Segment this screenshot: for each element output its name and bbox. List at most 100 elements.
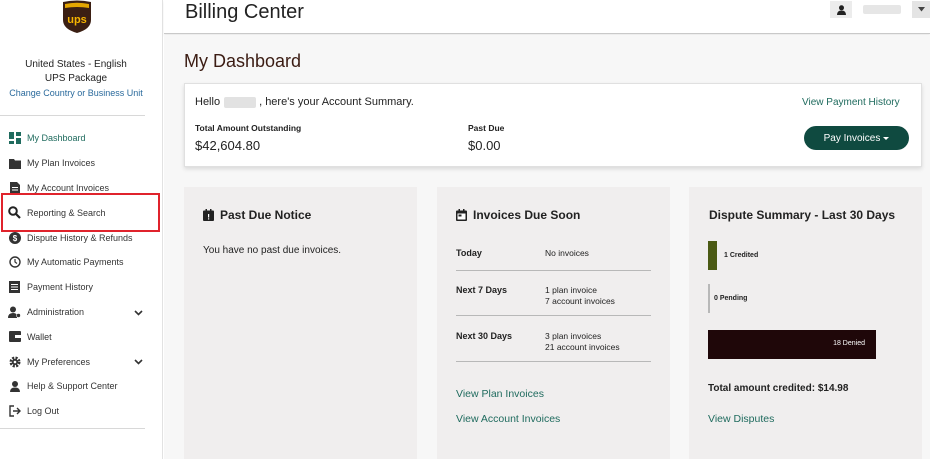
pay-invoices-label: Pay Invoices [823, 132, 881, 144]
dispute-summary-title: Dispute Summary - Last 30 Days [709, 208, 896, 222]
due-period: Today [456, 248, 482, 258]
greeting-prefix: Hello [195, 96, 221, 108]
due-row-next-30-days: Next 30 Days 3 plan invoices 21 account … [456, 331, 651, 362]
sidebar-item-label: Dispute History & Refunds [27, 232, 133, 243]
dollar-circle-icon: $ [8, 231, 21, 244]
sidebar-item-reporting-search[interactable]: Reporting & Search [0, 200, 163, 225]
wallet-icon [8, 330, 21, 343]
past-due-notice-card: Past Due Notice You have no past due inv… [184, 187, 417, 459]
sidebar-item-payment-history[interactable]: Payment History [0, 275, 163, 300]
locale-business-unit: UPS Package [44, 73, 108, 84]
sidebar-item-wallet[interactable]: Wallet [0, 324, 163, 349]
sidebar-item-my-plan-invoices[interactable]: My Plan Invoices [0, 151, 163, 176]
user-menu[interactable] [830, 1, 930, 18]
folder-icon [8, 157, 21, 170]
total-outstanding-label: Total Amount Outstanding [195, 123, 302, 133]
chevron-down-icon[interactable] [134, 308, 143, 317]
gear-icon [8, 355, 21, 368]
sidebar-item-my-preferences[interactable]: My Preferences [0, 349, 163, 374]
document-icon [8, 181, 21, 194]
sidebar-item-administration[interactable]: Administration [0, 300, 163, 325]
due-detail: 1 plan invoice 7 account invoices [545, 285, 615, 306]
sidebar-item-label: Administration [27, 306, 85, 317]
total-outstanding-value: $42,604.80 [195, 138, 261, 153]
account-summary-card: Hello , here's your Account Summary. Vie… [184, 83, 922, 167]
sidebar: ups United States - English UPS Package … [0, 0, 163, 459]
chevron-down-icon[interactable] [134, 357, 143, 366]
pending-label: 0 Pending [714, 295, 748, 302]
page-title: My Dashboard [184, 51, 302, 71]
support-icon [8, 380, 21, 393]
greeting: Hello , here's your Account Summary. [195, 96, 414, 108]
pending-bar-fill [708, 284, 710, 313]
sidebar-item-label: My Preferences [27, 356, 91, 367]
total-credited-label: Total amount credited: [708, 383, 816, 394]
search-icon [8, 206, 21, 220]
sidebar-item-dispute-history[interactable]: $ Dispute History & Refunds [0, 225, 163, 250]
locale-info: United States - English UPS Package Chan… [0, 58, 152, 100]
user-gear-icon [8, 305, 21, 318]
pending-bar: 0 Pending [708, 284, 747, 313]
sidebar-divider-bottom [0, 428, 145, 429]
sidebar-item-help-support[interactable]: Help & Support Center [0, 374, 163, 399]
view-disputes-link[interactable]: View Disputes [708, 413, 774, 425]
credited-bar: 1 Credited [708, 241, 758, 270]
user-name-redacted[interactable] [852, 1, 912, 18]
sidebar-item-label: Payment History [27, 282, 94, 293]
denied-label: 18 Denied [833, 340, 865, 347]
sidebar-item-my-account-invoices[interactable]: My Account Invoices [0, 176, 163, 201]
sidebar-item-log-out[interactable]: Log Out [0, 399, 163, 424]
caret-down-icon[interactable] [912, 1, 930, 18]
sidebar-divider-top [0, 115, 145, 116]
due-row-today: Today No invoices [456, 248, 651, 271]
past-due-value: $0.00 [468, 138, 501, 153]
clock-icon [8, 256, 21, 269]
locale-language: United States - English [25, 59, 127, 70]
sidebar-item-label: My Account Invoices [27, 182, 110, 193]
past-due-message: You have no past due invoices. [203, 245, 342, 256]
card-title: Past Due Notice [203, 208, 311, 222]
sidebar-item-label: My Plan Invoices [27, 158, 96, 169]
denied-bar: 18 Denied [708, 330, 876, 359]
main-content: My Dashboard Hello , here's your Account… [164, 35, 930, 459]
view-account-invoices-link[interactable]: View Account Invoices [456, 413, 560, 425]
user-name-redacted [224, 96, 257, 108]
invoices-due-title: Invoices Due Soon [473, 208, 581, 222]
due-detail: 3 plan invoices 21 account invoices [545, 331, 620, 352]
due-period: Next 30 Days [456, 331, 513, 341]
sidebar-item-label: My Dashboard [27, 133, 86, 144]
logout-icon [8, 405, 21, 418]
caret-down-icon [883, 136, 890, 140]
invoices-due-soon-card: Invoices Due Soon Today No invoices Next… [437, 187, 670, 459]
view-plan-invoices-link[interactable]: View Plan Invoices [456, 388, 544, 400]
due-period: Next 7 Days [456, 285, 508, 295]
pay-invoices-button[interactable]: Pay Invoices [804, 126, 909, 150]
svg-text:$: $ [12, 234, 17, 243]
sidebar-item-my-dashboard[interactable]: My Dashboard [0, 126, 163, 151]
sidebar-item-label: Log Out [27, 406, 60, 417]
sidebar-item-label: Reporting & Search [27, 207, 106, 218]
ups-logo[interactable]: ups [61, 0, 93, 34]
user-icon[interactable] [830, 1, 852, 18]
card-title: Invoices Due Soon [456, 208, 580, 222]
view-payment-history-link[interactable]: View Payment History [802, 97, 900, 108]
credited-bar-fill [708, 241, 717, 270]
dashboard-icon [8, 132, 21, 145]
sidebar-item-label: Help & Support Center [27, 381, 118, 392]
past-due-title: Past Due Notice [220, 208, 312, 222]
sidebar-item-label: My Automatic Payments [27, 257, 124, 268]
total-credited-value: $14.98 [817, 383, 849, 394]
dispute-summary-card: Dispute Summary - Last 30 Days 1 Credite… [689, 187, 922, 459]
past-due-label: Past Due [468, 123, 505, 133]
list-icon [8, 281, 21, 294]
due-detail: No invoices [545, 248, 589, 258]
sidebar-item-automatic-payments[interactable]: My Automatic Payments [0, 250, 163, 275]
sidebar-menu: My Dashboard My Plan Invoices My Account… [0, 126, 163, 424]
greeting-suffix: , here's your Account Summary. [259, 96, 414, 108]
calendar-alert-icon [203, 209, 215, 221]
due-row-next-7-days: Next 7 Days 1 plan invoice 7 account inv… [456, 285, 651, 316]
credited-label: 1 Credited [724, 252, 759, 259]
change-country-link[interactable]: Change Country or Business Unit [0, 86, 152, 100]
app-title: Billing Center [185, 1, 304, 23]
logo-text: ups [67, 14, 87, 26]
